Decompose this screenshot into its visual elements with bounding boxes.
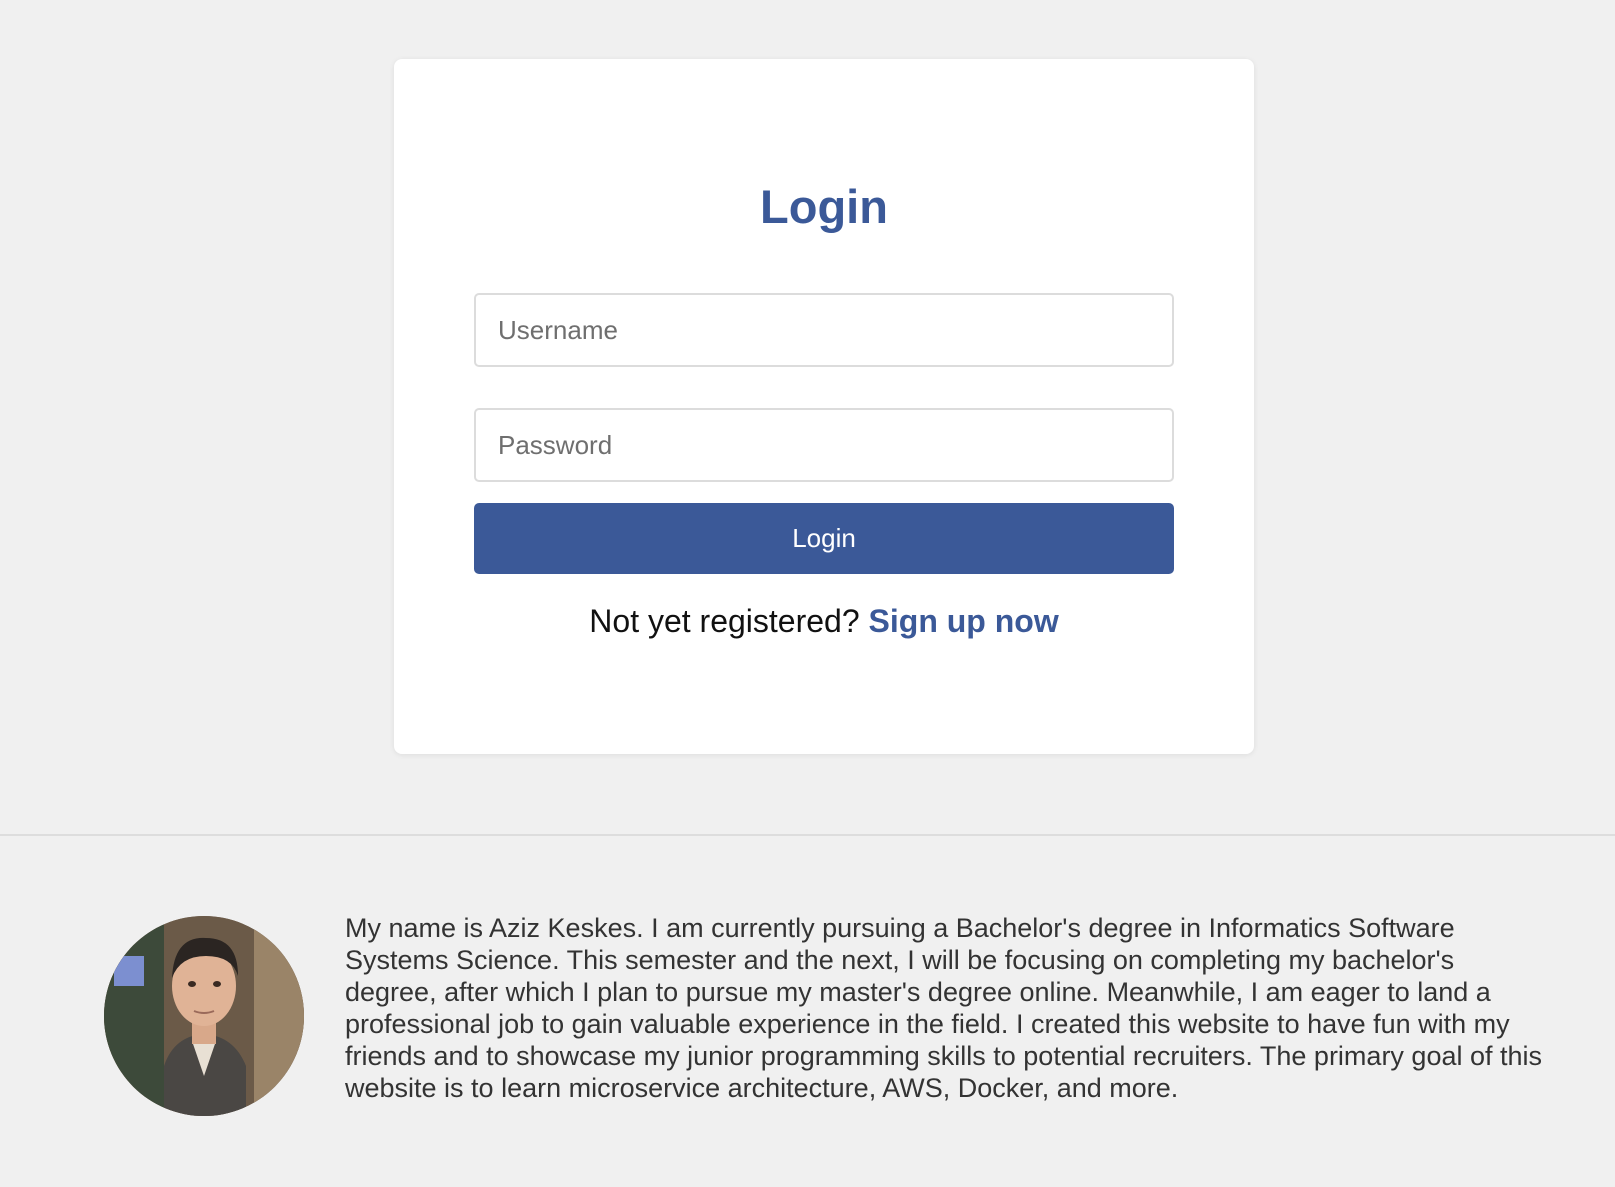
signup-prompt-text: Not yet registered? (589, 603, 860, 639)
section-divider (0, 834, 1615, 836)
bio-text: My name is Aziz Keskes. I am currently p… (345, 913, 1543, 1103)
password-input[interactable] (474, 408, 1174, 482)
login-button[interactable]: Login (474, 503, 1174, 574)
avatar (104, 916, 304, 1116)
login-card: Login Login Not yet registered? Sign up … (394, 59, 1254, 754)
signup-link[interactable]: Sign up now (869, 603, 1059, 639)
login-title: Login (760, 180, 888, 233)
username-input[interactable] (474, 293, 1174, 367)
about-section: My name is Aziz Keskes. I am currently p… (104, 913, 1544, 1116)
signup-prompt-row: Not yet registered? Sign up now (394, 603, 1254, 640)
profile-photo (104, 916, 304, 1116)
